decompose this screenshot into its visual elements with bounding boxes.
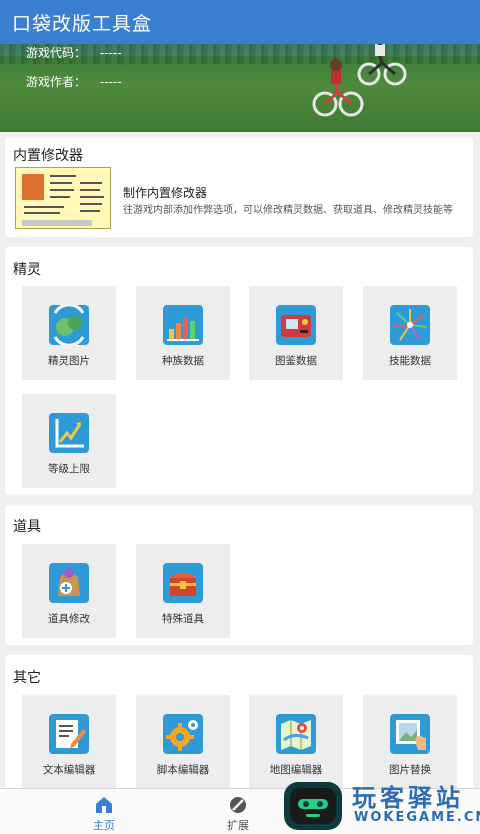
app-bar: 口袋改版工具盒 [0,0,480,44]
builtin-modifier-title: 内置修改器 [13,148,83,164]
image-replace-icon [390,714,430,754]
game-banner: 游戏代码： ----- 游戏作者： ----- [0,44,480,132]
tile-base-stats[interactable]: 种族数据 [136,286,230,380]
builtin-modifier-name: 制作内置修改器 [123,186,208,200]
potion-bag-icon [49,563,89,603]
pokemon-sprite-icon [49,305,89,345]
tile-move-data[interactable]: 技能数据 [363,286,457,380]
tile-special-item[interactable]: 特殊道具 [136,544,230,638]
main-scroll[interactable]: 内置修改器 制作内置修改器 往游戏内部添加作弊选项，可以修改精灵数据、获取道具、… [0,132,480,788]
tile-script-editor[interactable]: 脚本编辑器 [136,695,230,788]
sparkle-burst-icon [390,305,430,345]
game-code-value: ----- [100,46,122,60]
tile-text-editor[interactable]: 文本编辑器 [22,695,116,788]
cyclist-illustration [312,44,407,117]
tile-label: 特殊道具 [162,613,204,625]
gear-script-icon [163,714,203,754]
game-code-row: 游戏代码： ----- [26,44,122,61]
tile-level-cap[interactable]: 等级上限 [22,394,116,488]
tile-label: 文本编辑器 [42,764,96,776]
game-author-value: ----- [100,75,122,89]
section-title: 其它 [13,670,41,686]
treasure-chest-icon [163,563,203,603]
tile-pokemon-image[interactable]: 精灵图片 [22,286,116,380]
tile-label: 精灵图片 [48,355,90,367]
map-editor-icon [276,714,316,754]
game-author-label: 游戏作者： [26,75,87,89]
tile-label: 技能数据 [389,355,431,367]
watermark-en: WOKEGAME.CN [354,810,480,825]
section-pokemon-card: 精灵 精灵图片 种族数据 图鉴数据 技能数据 等级上限 [5,247,473,495]
text-editor-icon [49,714,89,754]
tab-label: 扩展 [227,819,249,832]
app-title: 口袋改版工具盒 [12,13,153,35]
builtin-modifier-desc: 往游戏内部添加作弊选项，可以修改精灵数据、获取道具、修改精灵技能等 [123,205,453,216]
pokedex-icon [276,305,316,345]
site-watermark: 玩客驿站 WOKEGAME.CN [276,772,480,834]
tile-pokedex-data[interactable]: 图鉴数据 [249,286,343,380]
section-title: 精灵 [13,262,41,278]
builtin-modifier-card: 内置修改器 制作内置修改器 往游戏内部添加作弊选项，可以修改精灵数据、获取道具、… [5,137,473,237]
level-chart-icon [49,413,89,453]
tab-home[interactable]: 主页 [54,789,154,834]
section-other-card: 其它 文本编辑器 脚本编辑器 地图编辑器 图片替换 [5,655,473,788]
tile-label: 脚本编辑器 [156,764,210,776]
bar-stats-icon [163,305,203,345]
section-title: 道具 [13,519,41,535]
section-items-card: 道具 道具修改 特殊道具 [5,505,473,645]
game-code-label: 游戏代码： [26,46,87,60]
tab-label: 主页 [93,819,115,832]
tile-item-edit[interactable]: 道具修改 [22,544,116,638]
tab-extension[interactable]: 扩展 [188,789,288,834]
home-icon [96,797,112,813]
watermark-cn: 玩客驿站 [352,784,464,812]
tile-label: 道具修改 [48,613,90,625]
tile-label: 图鉴数据 [275,355,317,367]
builtin-preview-image [15,167,111,229]
tile-label: 种族数据 [162,355,204,367]
game-author-row: 游戏作者： ----- [26,73,122,90]
tile-label: 等级上限 [48,463,90,475]
extension-icon [230,797,246,813]
